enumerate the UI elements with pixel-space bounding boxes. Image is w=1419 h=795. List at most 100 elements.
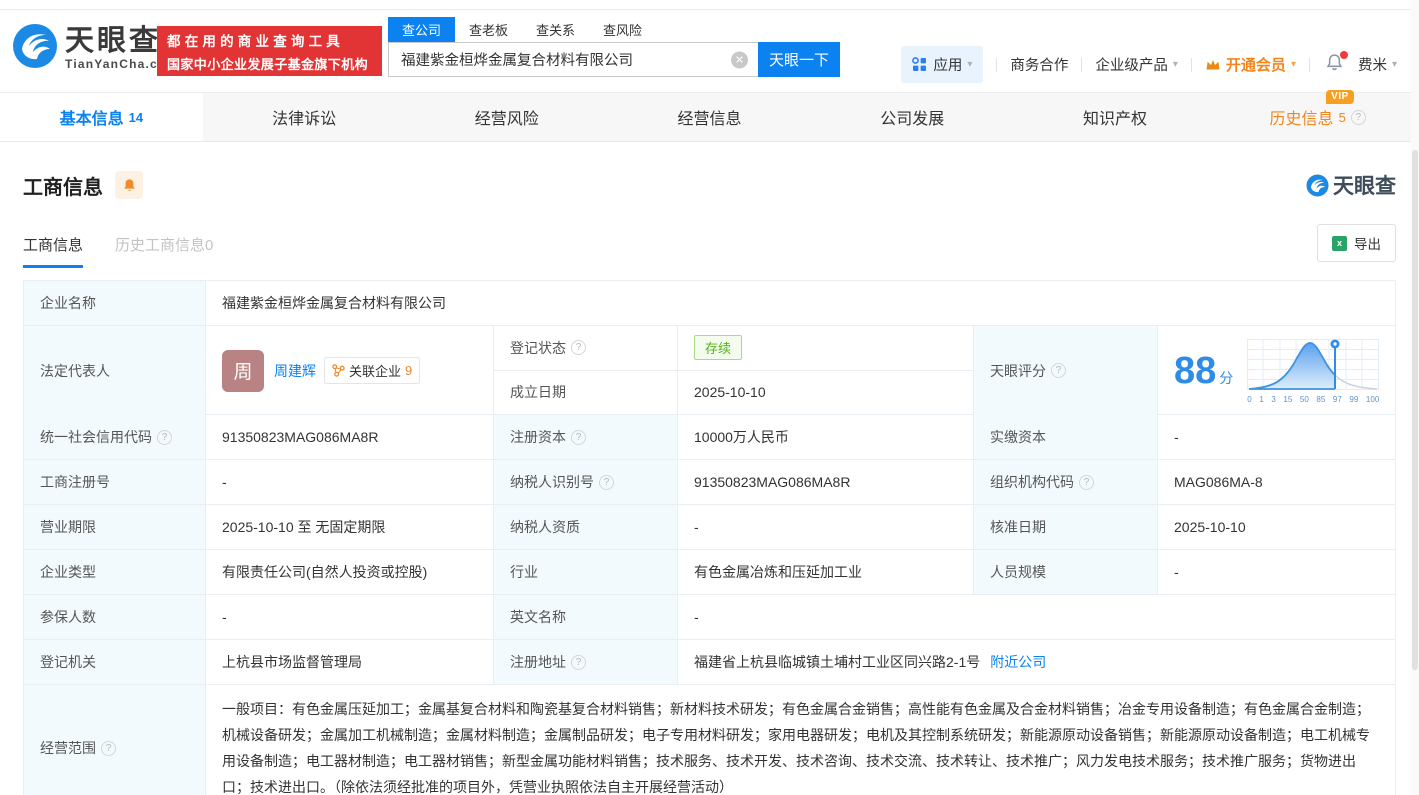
nav-cooperation[interactable]: 商务合作	[1010, 54, 1068, 75]
tianyancha-score: 88 分	[1158, 326, 1395, 415]
paid-capital-value: -	[1158, 415, 1395, 459]
table-row: 企业类型 有限责任公司(自然人投资或控股) 行业 有色金属冶炼和压延加工业 人员…	[24, 550, 1395, 595]
search-tab-company[interactable]: 查公司	[388, 17, 455, 42]
field-label: 营业期限	[24, 505, 206, 549]
avatar[interactable]: 周	[222, 350, 264, 392]
approval-date-value: 2025-10-10	[1158, 505, 1395, 549]
divider	[1191, 58, 1192, 72]
watermark-text: 天眼查	[1333, 170, 1396, 200]
apps-label: 应用	[933, 54, 962, 75]
help-icon[interactable]: ?	[599, 475, 614, 490]
tianyancha-logo[interactable]: 天眼查 TianYanCha.com	[12, 23, 178, 74]
reg-number-value: -	[206, 460, 494, 504]
subtab-business-registration[interactable]: 工商信息	[23, 234, 83, 268]
tianyancha-logo-icon	[12, 23, 58, 74]
field-label: 行业	[494, 550, 678, 594]
industry-value: 有色金属冶炼和压延加工业	[678, 550, 974, 594]
tianyancha-watermark: 天眼查	[1306, 170, 1396, 200]
field-label: 核准日期	[974, 505, 1158, 549]
table-row: 企业名称 福建紫金桓烨金属复合材料有限公司	[24, 281, 1395, 326]
chevron-down-icon: ▾	[967, 59, 972, 70]
vip-badge: VIP	[1326, 90, 1354, 104]
field-label: 天眼评分 ?	[974, 326, 1158, 415]
help-icon[interactable]: ?	[1079, 475, 1094, 490]
search-button[interactable]: 天眼一下	[758, 42, 840, 77]
help-icon[interactable]: ?	[571, 340, 586, 355]
company-tabbar: 基本信息 14 法律诉讼 经营风险 经营信息 公司发展 知识产权 历史信息 5 …	[0, 92, 1419, 142]
help-icon[interactable]: ?	[571, 655, 586, 670]
notification-dot	[1340, 51, 1348, 59]
table-row: 参保人数 - 英文名称 -	[24, 595, 1395, 640]
field-label: 登记状态 ?	[494, 326, 678, 370]
subscribe-bell-button[interactable]	[115, 171, 143, 199]
field-label: 注册资本 ?	[494, 415, 678, 459]
apps-menu[interactable]: 应用 ▾	[901, 46, 983, 83]
tianyancha-company-page: 天眼查 TianYanCha.com 都在用的商业查询工具 国家中小企业发展子基…	[0, 0, 1419, 795]
nearby-companies-link[interactable]: 附近公司	[990, 652, 1046, 672]
tab-legal[interactable]: 法律诉讼	[203, 93, 406, 141]
clear-input-icon[interactable]: ✕	[731, 51, 748, 68]
taxpayer-id-value: 91350823MAG086MA8R	[678, 460, 974, 504]
subtab-history-registration[interactable]: 历史工商信息0	[115, 234, 213, 268]
status-badge: 存续	[694, 335, 742, 360]
reg-address-value: 福建省上杭县临城镇土埔村工业区同兴路2-1号 附近公司	[678, 640, 1395, 684]
related-companies-badge[interactable]: 关联企业 9	[324, 357, 420, 384]
field-label: 英文名称	[494, 595, 678, 639]
excel-icon: x	[1332, 236, 1347, 251]
score-distribution-chart: 0 1 3 15 50 85 97 99 100	[1247, 337, 1379, 404]
export-button[interactable]: x 导出	[1317, 224, 1396, 262]
field-label: 工商注册号	[24, 460, 206, 504]
scrollbar-thumb[interactable]	[1412, 150, 1418, 670]
field-label: 纳税人资质	[494, 505, 678, 549]
section-title: 工商信息	[23, 171, 103, 200]
search-tab-risk[interactable]: 查风险	[589, 17, 656, 42]
field-label: 统一社会信用代码 ?	[24, 415, 206, 459]
tab-basic-info[interactable]: 基本信息 14	[0, 93, 203, 141]
field-label: 成立日期	[494, 371, 678, 415]
tab-history-info[interactable]: 历史信息 5 VIP ?	[1216, 93, 1419, 141]
scrollbar[interactable]	[1411, 0, 1419, 795]
credit-code-value: 91350823MAG086MA8R	[206, 415, 494, 459]
score-value: 88	[1174, 352, 1216, 390]
help-icon[interactable]: ?	[1351, 110, 1366, 125]
business-term-value: 2025-10-10 至 无固定期限	[206, 505, 494, 549]
org-code-value: MAG086MA-8	[1158, 460, 1395, 504]
help-icon[interactable]: ?	[1051, 363, 1066, 378]
notifications-bell[interactable]	[1325, 53, 1344, 76]
open-vip-button[interactable]: 开通会员 ▾	[1205, 54, 1296, 75]
tab-operating-risk[interactable]: 经营风险	[405, 93, 608, 141]
field-label: 纳税人识别号 ?	[494, 460, 678, 504]
user-menu[interactable]: 费米 ▾	[1358, 54, 1397, 75]
help-icon[interactable]: ?	[157, 430, 172, 445]
help-icon[interactable]: ?	[101, 741, 116, 756]
reg-authority-value: 上杭县市场监督管理局	[206, 640, 494, 684]
table-row: 工商注册号 - 纳税人识别号 ? 91350823MAG086MA8R 组织机构…	[24, 460, 1395, 505]
search-input[interactable]	[389, 43, 758, 76]
divider	[1081, 58, 1082, 72]
search-tab-boss[interactable]: 查老板	[455, 17, 522, 42]
help-icon[interactable]: ?	[571, 430, 586, 445]
field-label: 法定代表人	[24, 326, 206, 415]
legal-rep-link[interactable]: 周建辉	[274, 361, 316, 381]
search-tab-relation[interactable]: 查关系	[522, 17, 589, 42]
score-axis-labels: 0 1 3 15 50 85 97 99 100	[1247, 395, 1379, 404]
tab-company-development[interactable]: 公司发展	[811, 93, 1014, 141]
divider	[1309, 58, 1310, 72]
tab-basic-count: 14	[129, 110, 143, 125]
field-label: 组织机构代码 ?	[974, 460, 1158, 504]
field-label: 登记机关	[24, 640, 206, 684]
export-label: 导出	[1354, 233, 1381, 253]
tab-business-info[interactable]: 经营信息	[608, 93, 811, 141]
tab-intellectual-property[interactable]: 知识产权	[1014, 93, 1217, 141]
chevron-down-icon: ▾	[1392, 59, 1397, 70]
nav-enterprise[interactable]: 企业级产品 ▾	[1095, 54, 1178, 75]
nav-enterprise-label: 企业级产品	[1095, 54, 1168, 75]
crown-icon	[1205, 58, 1221, 72]
business-info-table: 企业名称 福建紫金桓烨金属复合材料有限公司 法定代表人 周 周建辉	[23, 280, 1396, 795]
search-tabs: 查公司 查老板 查关系 查风险	[388, 17, 840, 42]
table-row: 经营范围 ? 一般项目：有色金属压延加工；金属基复合材料和陶瓷基复合材料销售；新…	[24, 685, 1395, 795]
field-label: 注册地址 ?	[494, 640, 678, 684]
section-subtabs: 工商信息 历史工商信息0	[23, 234, 213, 268]
insured-count-value: -	[206, 595, 494, 639]
english-name-value: -	[678, 595, 1395, 639]
